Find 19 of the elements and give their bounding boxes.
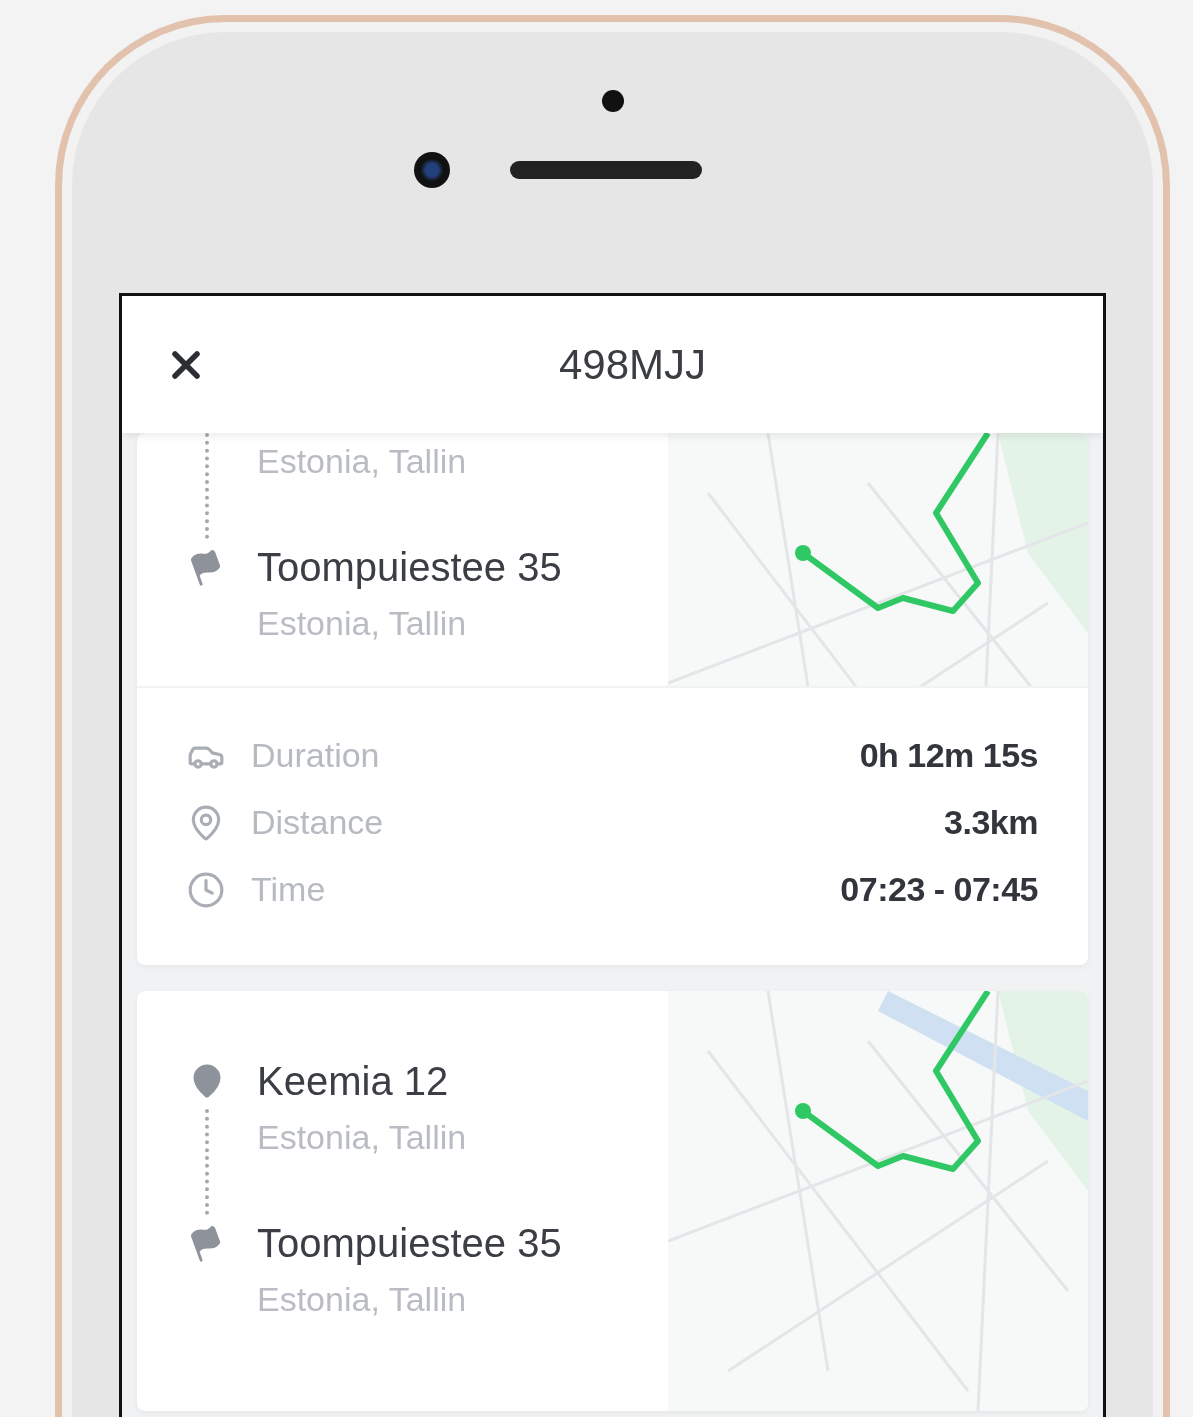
stop-address: Toompuiestee 35	[257, 544, 562, 591]
stat-value: 07:23 - 07:45	[840, 870, 1038, 909]
page-title: 498MJJ	[557, 340, 708, 389]
stat-value: 3.3km	[944, 803, 1038, 842]
front-camera	[413, 152, 450, 188]
stop-address: Toompuiestee 35	[257, 1220, 562, 1267]
sensor-dot	[601, 90, 624, 112]
stop-city: Estonia, Tallin	[257, 441, 467, 482]
stat-value: 0h 12m 15s	[859, 736, 1038, 775]
trip-card[interactable]: Keemia 12 Estonia, Tallin Toompuiestee 35 Estonia, Tallin	[137, 991, 1088, 1411]
stat-label: Time	[251, 870, 327, 909]
stop-city: Estonia, Tallin	[257, 1117, 467, 1158]
stop-address: Keemia 12	[257, 1058, 450, 1105]
clock-icon	[187, 870, 225, 909]
stat-label: Distance	[251, 803, 385, 842]
stop-city: Estonia, Tallin	[257, 603, 468, 644]
stop-city: Estonia, Tallin	[257, 1279, 468, 1320]
stat-label: Duration	[251, 736, 381, 775]
trip-card[interactable]: Estonia, Tallin Toompuiestee 35 Estonia, Tallin Duration 0h 12m 15s Distance 3.3km Time 07:23 - 07:45	[137, 433, 1088, 965]
